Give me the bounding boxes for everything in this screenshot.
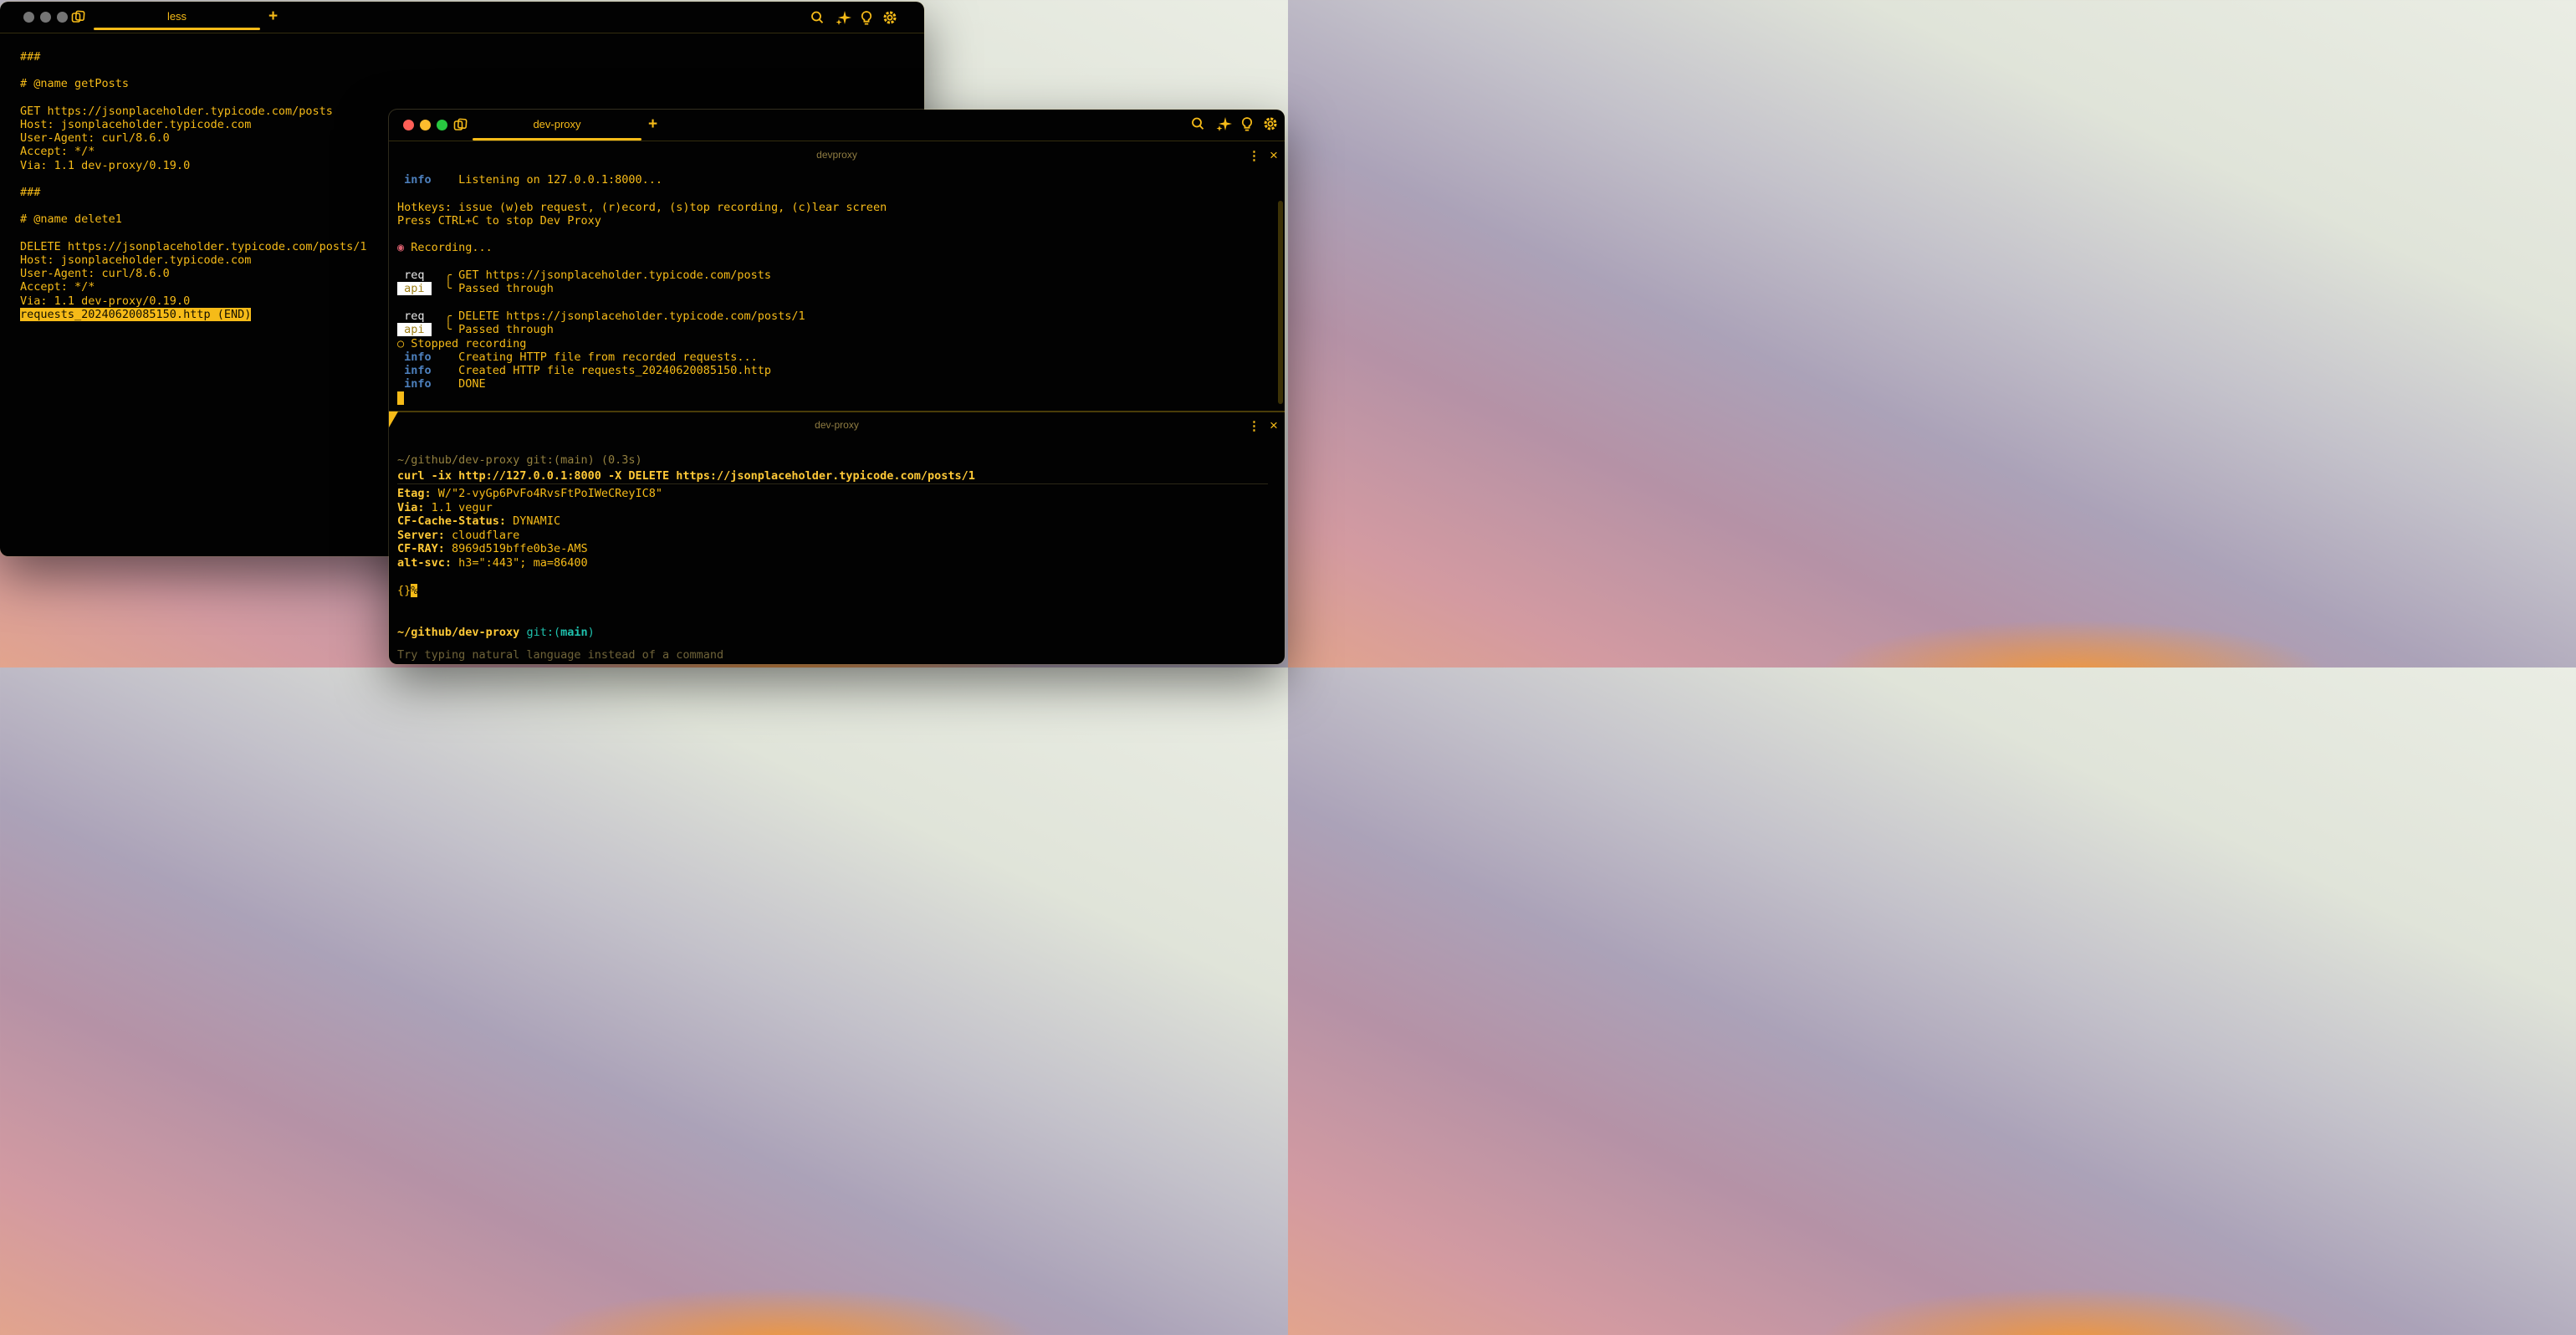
window-dev-proxy: dev-proxy + devproxy	[389, 110, 1285, 664]
terminal-line: {}%	[397, 584, 662, 598]
terminal-line: ###	[20, 50, 367, 64]
tab-less[interactable]: less	[94, 10, 260, 23]
terminal-line: ○ Stopped recording	[397, 337, 887, 350]
terminal-line: CF-RAY: 8969d519bffe0b3e-AMS	[397, 542, 662, 556]
terminal-line: Accept: */*	[20, 280, 367, 294]
lightbulb-icon[interactable]	[1239, 115, 1255, 132]
terminal-line: User-Agent: curl/8.6.0	[20, 267, 367, 280]
terminal-line: info Creating HTTP file from recorded re…	[397, 350, 887, 364]
pages-icon[interactable]	[452, 116, 469, 133]
minimize-button[interactable]	[40, 12, 51, 23]
pane1-scrollbar-thumb[interactable]	[1278, 201, 1283, 404]
terminal-line: api ╰ Passed through	[397, 282, 887, 295]
terminal-line: Hotkeys: issue (w)eb request, (r)ecord, …	[397, 201, 887, 214]
terminal-line: req ╭ DELETE https://jsonplaceholder.typ…	[397, 309, 887, 323]
terminal-line: Host: jsonplaceholder.typicode.com	[20, 253, 367, 267]
devproxy-output: info Listening on 127.0.0.1:8000... Hotk…	[397, 173, 887, 405]
terminal-line	[20, 199, 367, 212]
pane1-close-icon[interactable]: ×	[1267, 147, 1280, 164]
terminal-line: Via: 1.1 dev-proxy/0.19.0	[20, 159, 367, 172]
terminal-line: alt-svc: h3=":443"; ma=86400	[397, 556, 662, 570]
command-output-separator	[397, 483, 1268, 484]
close-button[interactable]	[403, 120, 414, 130]
terminal-line	[397, 255, 887, 269]
maximize-button[interactable]	[437, 120, 447, 130]
new-tab-button[interactable]: +	[268, 8, 278, 26]
terminal-line: Try typing natural language instead of a…	[397, 648, 723, 662]
search-icon[interactable]	[1189, 115, 1206, 132]
terminal-line: GET https://jsonplaceholder.typicode.com…	[20, 105, 367, 118]
terminal-line: DELETE https://jsonplaceholder.typicode.…	[20, 240, 367, 253]
terminal-line: Etag: W/"2-vyGp6PvFo4RvsFtPoIWeCReyIC8"	[397, 487, 662, 501]
pages-icon[interactable]	[70, 8, 87, 25]
tab-dev-proxy[interactable]: dev-proxy	[473, 118, 641, 130]
right-titlebar: dev-proxy +	[389, 110, 1285, 141]
http-file-viewer: ### # @name getPosts GET https://jsonpla…	[20, 50, 367, 321]
left-titlebar: less +	[0, 2, 924, 33]
terminal-line: User-Agent: curl/8.6.0	[20, 131, 367, 145]
terminal-line	[20, 227, 367, 240]
terminal-line: api ╰ Passed through	[397, 323, 887, 336]
terminal-line: Accept: */*	[20, 145, 367, 158]
terminal-line: info Listening on 127.0.0.1:8000...	[397, 173, 887, 187]
terminal-line	[397, 296, 887, 309]
terminal-line	[20, 172, 367, 186]
terminal-line: Via: 1.1 dev-proxy/0.19.0	[20, 294, 367, 308]
pane1-title: devproxy	[389, 149, 1285, 161]
terminal-line: CF-Cache-Status: DYNAMIC	[397, 514, 662, 529]
input-hint: Try typing natural language instead of a…	[397, 648, 723, 662]
terminal-line: requests_20240620085150.http (END)	[20, 308, 367, 321]
terminal-line	[397, 391, 887, 405]
active-tab-underline	[473, 138, 641, 141]
search-icon[interactable]	[809, 9, 825, 26]
terminal-line: ~/github/dev-proxy git:(main) (0.3s)	[397, 453, 975, 468]
close-button[interactable]	[23, 12, 34, 23]
terminal-line: curl -ix http://127.0.0.1:8000 -X DELETE…	[397, 468, 975, 484]
terminal-line: ◉ Recording...	[397, 241, 887, 254]
response-headers: Etag: W/"2-vyGp6PvFo4RvsFtPoIWeCReyIC8"V…	[397, 487, 662, 598]
terminal-line: info DONE	[397, 377, 887, 391]
command-block: ~/github/dev-proxy git:(main) (0.3s)curl…	[397, 453, 975, 484]
terminal-line: Server: cloudflare	[397, 529, 662, 543]
pane2-close-icon[interactable]: ×	[1267, 417, 1280, 434]
pane2-menu-kebab-icon[interactable]: ⋮	[1248, 418, 1260, 433]
gear-icon[interactable]	[1262, 115, 1279, 132]
terminal-line	[397, 187, 887, 200]
pane-divider[interactable]	[389, 411, 1285, 412]
terminal-line: req ╭ GET https://jsonplaceholder.typico…	[397, 269, 887, 282]
terminal-line: ###	[20, 186, 367, 199]
shell-prompt[interactable]: ~/github/dev-proxy git:(main)	[397, 626, 595, 640]
terminal-line	[20, 91, 367, 105]
terminal-line: # @name delete1	[20, 212, 367, 226]
terminal-line: Host: jsonplaceholder.typicode.com	[20, 118, 367, 131]
terminal-line: # @name getPosts	[20, 77, 367, 90]
minimize-button[interactable]	[420, 120, 431, 130]
terminal-line: info Created HTTP file requests_20240620…	[397, 364, 887, 377]
sparkles-icon[interactable]	[1215, 115, 1232, 132]
terminal-line: Press CTRL+C to stop Dev Proxy	[397, 214, 887, 228]
pane2-title: dev-proxy	[389, 419, 1285, 431]
terminal-line: ~/github/dev-proxy git:(main)	[397, 626, 595, 640]
maximize-button[interactable]	[57, 12, 68, 23]
terminal-line	[397, 228, 887, 241]
terminal-line	[397, 570, 662, 585]
terminal-line: Via: 1.1 vegur	[397, 501, 662, 515]
sparkles-icon[interactable]	[835, 9, 851, 26]
desktop: { "palette":{ "accent_yellow":"#f6bb18",…	[0, 0, 1288, 668]
new-tab-button[interactable]: +	[648, 115, 657, 134]
gear-icon[interactable]	[882, 9, 898, 26]
terminal-line	[20, 64, 367, 77]
active-tab-underline	[94, 28, 260, 30]
lightbulb-icon[interactable]	[858, 9, 875, 26]
pane1-menu-kebab-icon[interactable]: ⋮	[1248, 148, 1260, 163]
